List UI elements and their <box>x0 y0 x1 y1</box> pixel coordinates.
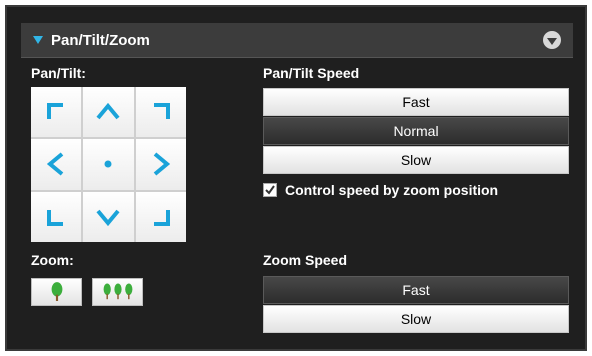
pan-down-right-button[interactable] <box>135 191 186 242</box>
panel-title: Pan/Tilt/Zoom <box>51 31 150 49</box>
pan-tilt-speed-label: Pan/Tilt Speed <box>263 65 360 81</box>
pan-home-button[interactable] <box>83 139 134 190</box>
zoom-in-tree-icon <box>51 282 62 301</box>
home-dot-icon <box>104 160 112 168</box>
zoom-speed-label: Zoom Speed <box>263 252 348 268</box>
pan-up-button[interactable] <box>83 87 134 138</box>
arrow-up-icon <box>96 103 121 120</box>
expand-triangle-icon <box>33 36 43 44</box>
zoom-out-button[interactable] <box>92 278 143 306</box>
pan-down-button[interactable] <box>83 191 134 242</box>
arrow-down-right-icon <box>153 209 170 226</box>
arrow-down-icon <box>96 209 121 226</box>
arrow-up-right-icon <box>153 103 170 120</box>
pan-right-button[interactable] <box>135 139 186 190</box>
pan-tilt-speed-fast-button[interactable]: Fast <box>263 88 569 116</box>
zoom-speed-fast-button[interactable]: Fast <box>263 276 569 304</box>
zoom-speed-checkbox[interactable] <box>263 183 277 197</box>
arrow-right-icon <box>153 152 170 177</box>
pan-up-left-button[interactable] <box>31 87 82 138</box>
pan-tilt-speed-normal-button[interactable]: Normal <box>263 117 569 145</box>
panel-header[interactable]: Pan/Tilt/Zoom <box>21 23 573 58</box>
arrow-left-icon <box>47 152 64 177</box>
pan-down-left-button[interactable] <box>31 191 82 242</box>
zoom-label: Zoom: <box>31 252 74 268</box>
pan-tilt-speed-slow-button[interactable]: Slow <box>263 146 569 174</box>
zoom-speed-checkbox-label: Control speed by zoom position <box>285 182 499 198</box>
zoom-speed-slow-button[interactable]: Slow <box>263 305 569 333</box>
collapse-icon[interactable] <box>543 31 561 49</box>
pan-up-right-button[interactable] <box>135 87 186 138</box>
zoom-in-button[interactable] <box>31 278 82 306</box>
arrow-up-left-icon <box>47 103 64 120</box>
pan-tilt-pad <box>31 87 186 242</box>
pan-tilt-label: Pan/Tilt: <box>31 65 86 81</box>
zoom-out-trees-icon <box>103 283 132 300</box>
checkmark-icon <box>265 185 275 195</box>
pan-left-button[interactable] <box>31 139 82 190</box>
arrow-down-left-icon <box>47 209 64 226</box>
